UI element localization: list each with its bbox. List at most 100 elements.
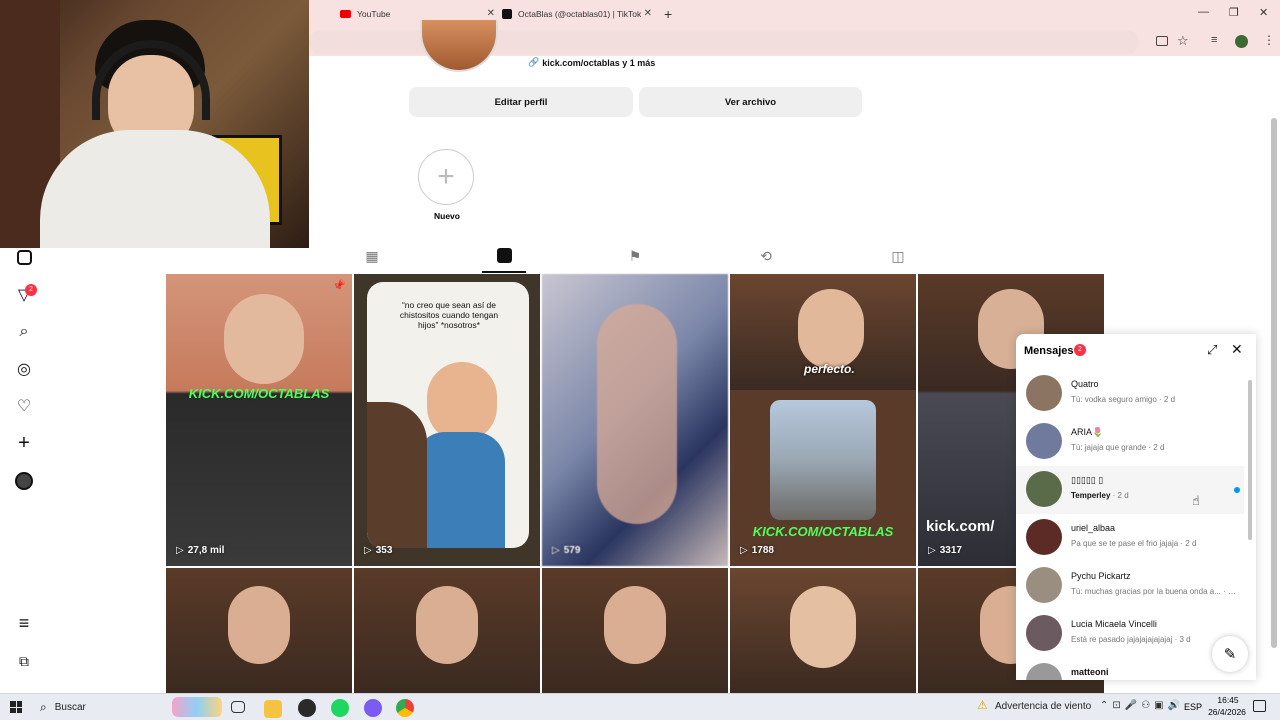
messages-scrollbar[interactable]	[1248, 380, 1252, 540]
clock-date[interactable]: 26/4/2026	[1203, 707, 1251, 717]
profile-avatar[interactable]	[420, 20, 498, 72]
active-tab-indicator	[482, 271, 526, 273]
search-placeholder: Buscar	[54, 701, 86, 713]
views-count: ▷ 1788	[740, 545, 774, 556]
file-explorer-icon[interactable]	[264, 700, 282, 718]
reel-thumbnail[interactable]: perfecto. KICK.COM/OCTABLAS ▷ 1788	[730, 274, 916, 566]
spotify-icon[interactable]	[331, 699, 349, 717]
conversation-name: Quatro	[1071, 379, 1099, 389]
conversation-name: ARIA🌷	[1071, 427, 1104, 437]
create-icon[interactable]: +	[14, 432, 34, 454]
language-indicator[interactable]: ESP	[1184, 702, 1202, 712]
conversation-item[interactable]: Pychu Pickartz Tú: muchas gracias por la…	[1016, 562, 1244, 610]
reel-child	[427, 362, 497, 442]
close-icon[interactable]: ✕	[1231, 341, 1243, 358]
edit-profile-button[interactable]: Editar perfil	[409, 87, 633, 117]
search-icon: ⌕	[40, 699, 47, 714]
blurred-figure	[597, 304, 677, 524]
views-count: ▷ 27,8 mil	[176, 545, 225, 556]
app-icon-dark[interactable]	[298, 699, 316, 717]
conversation-name: Pychu Pickartz	[1071, 571, 1131, 581]
bookmark-star-icon[interactable]: ☆	[1177, 33, 1189, 49]
reel-overlay-text: KICK.COM/OCTABLAS	[188, 386, 330, 401]
new-message-button[interactable]: ✎	[1212, 636, 1248, 672]
reel-face	[416, 586, 478, 664]
messages-panel: Mensajes 2 ⤢ ✕ Quatro Tú: vodka seguro a…	[1016, 334, 1256, 680]
play-icon: ▷	[364, 545, 372, 556]
reel-thumbnail[interactable]: “no creo que sean así de chistositos cua…	[354, 274, 540, 566]
task-view-icon[interactable]	[231, 701, 245, 713]
close-window-button[interactable]: ✕	[1259, 6, 1268, 19]
tab-title: YouTube	[357, 9, 391, 19]
meta-apps-icon[interactable]: ⧉	[14, 651, 34, 671]
conversation-item[interactable]: uriel_albaa Pa que se te pase el frio ja…	[1016, 514, 1244, 562]
maximize-button[interactable]: ❐	[1229, 6, 1239, 19]
expand-icon[interactable]: ⤢	[1207, 342, 1217, 358]
minimize-button[interactable]: —	[1198, 6, 1209, 18]
tiktok-icon	[502, 9, 512, 19]
reel-card: “no creo que sean así de chistositos cua…	[367, 282, 529, 548]
tray-icons[interactable]: ⌃⊡🎤⚇▣🔊	[1100, 700, 1184, 711]
page-scrollbar[interactable]	[1271, 118, 1277, 648]
profile-avatar-icon[interactable]	[1235, 35, 1248, 48]
avatar	[1026, 567, 1062, 603]
new-highlight-label: Nuevo	[434, 211, 460, 221]
conversation-item[interactable]: Lucia Micaela Vincelli Está re pasado ja…	[1016, 610, 1244, 658]
discord-icon[interactable]	[364, 699, 382, 717]
reels-tab-icon[interactable]	[494, 248, 514, 268]
messages-badge: 2	[1074, 344, 1086, 356]
heart-icon[interactable]: ♡	[14, 396, 34, 416]
search-icon[interactable]: ⌕	[14, 322, 34, 342]
posts-grid-icon[interactable]: ▦	[362, 248, 382, 268]
avatar	[1026, 375, 1062, 411]
play-icon: ▷	[928, 545, 936, 556]
new-highlight-button[interactable]: +	[418, 149, 474, 205]
tab-title: OctaBlas (@octablas01) | TikTok	[518, 9, 642, 19]
conversation-preview: Pa que se te pase el frio jajaja · 2 d	[1071, 539, 1197, 548]
reel-thumbnail[interactable]	[542, 568, 728, 693]
conversation-name: ▯▯▯▯▯ ▯	[1071, 475, 1104, 485]
more-menu-icon[interactable]: ≡	[14, 613, 34, 633]
conversation-item[interactable]: ▯▯▯▯▯ ▯ Temperley · 2 d	[1016, 466, 1244, 514]
new-tab-button[interactable]: +	[664, 0, 672, 28]
reel-overlay-text: kick.com/	[926, 518, 995, 535]
reel-face	[224, 294, 304, 384]
views-count: ▷ 353	[364, 545, 393, 556]
profile-link[interactable]: 🔗 kick.com/octablas y 1 más	[528, 57, 655, 68]
reposts-icon[interactable]: ⟲	[756, 248, 776, 268]
browser-menu-icon[interactable]: ⋮	[1263, 33, 1275, 47]
notification-badge: 2	[25, 284, 37, 296]
conversation-item[interactable]: ARIA🌷 Tú: jajaja que grande · 2 d	[1016, 418, 1244, 466]
reel-thumbnail[interactable]	[730, 568, 916, 693]
reel-thumbnail[interactable]	[166, 568, 352, 693]
reel-thumbnail[interactable]: ▷ 579	[542, 274, 728, 566]
conversation-preview: Está re pasado jajajajajajajaj · 3 d	[1071, 635, 1191, 644]
tab-tiktok[interactable]: OctaBlas (@octablas01) | TikTok ✕	[502, 0, 652, 28]
conversation-name: matteoni	[1071, 667, 1109, 677]
reel-face	[798, 289, 864, 369]
install-app-icon[interactable]	[1156, 36, 1168, 46]
media-control-icon[interactable]: ≡	[1211, 34, 1217, 46]
conversation-item[interactable]: matteoni	[1016, 658, 1244, 680]
avatar	[1026, 471, 1062, 507]
conversation-item[interactable]: Quatro Tú: vodka seguro amigo · 2 d	[1016, 370, 1244, 418]
clock-time[interactable]: 16:45	[1213, 695, 1243, 705]
tagged-icon[interactable]: ◫	[888, 248, 908, 268]
profile-icon[interactable]	[14, 471, 34, 491]
conversation-preview: Tú: muchas gracias por la buena onda a..…	[1071, 587, 1236, 596]
windows-start-icon[interactable]	[10, 701, 22, 713]
saved-icon[interactable]: ⚑	[625, 248, 645, 268]
reels-icon[interactable]	[14, 247, 34, 267]
conversation-name: uriel_albaa	[1071, 523, 1116, 533]
weather-text[interactable]: Advertencia de viento	[995, 701, 1091, 712]
notification-center-icon[interactable]	[1253, 700, 1266, 712]
view-archive-button[interactable]: Ver archivo	[639, 87, 862, 117]
close-tab-icon[interactable]: ✕	[644, 8, 652, 19]
chrome-icon[interactable]	[396, 699, 414, 717]
reel-thumbnail[interactable]	[354, 568, 540, 693]
explore-icon[interactable]: ◎	[14, 359, 34, 379]
reel-thumbnail[interactable]: KICK.COM/OCTABLAS 📌 ▷ 27,8 mil	[166, 274, 352, 566]
webcam-overlay	[0, 0, 309, 248]
mouse-cursor-icon: ☝	[1192, 493, 1200, 508]
close-tab-icon[interactable]: ✕	[487, 8, 495, 19]
